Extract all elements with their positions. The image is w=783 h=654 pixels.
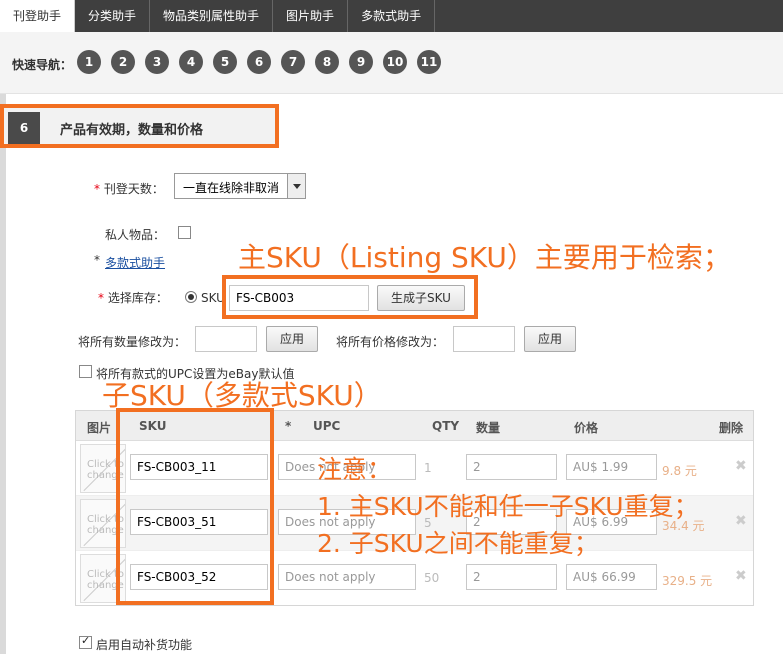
set-all-price-input[interactable] xyxy=(453,326,515,352)
upc-default-checkbox[interactable] xyxy=(79,365,92,378)
child-sku-highlight xyxy=(116,408,274,605)
annotation-note-1: 1. 主SKU不能和任一子SKU重复； xyxy=(317,492,699,521)
annotation-note-2: 2. 子SKU之间不能重复； xyxy=(317,529,599,558)
apply-quantity-button[interactable]: 应用 xyxy=(266,326,318,352)
quantity-input[interactable]: 2 xyxy=(466,454,557,480)
qty-value: 1 xyxy=(424,461,432,475)
header-image: 图片 xyxy=(87,421,112,435)
quick-nav-step-9[interactable]: 9 xyxy=(349,50,373,74)
set-all-quantity-input[interactable] xyxy=(195,326,257,352)
rmb-price: 329.5 元 xyxy=(662,574,713,588)
tab-image-helper[interactable]: 图片助手 xyxy=(273,0,349,32)
duration-label: * 刊登天数： xyxy=(94,182,164,196)
duration-select[interactable]: 一直在线除非取消 xyxy=(174,173,306,199)
annotation-main-sku: 主SKU（Listing SKU）主要用于检索； xyxy=(238,241,731,274)
quick-nav-step-3[interactable]: 3 xyxy=(145,50,169,74)
top-tab-bar: 刊登助手 分类助手 物品类别属性助手 图片助手 多款式助手 xyxy=(0,0,783,32)
header-delete: 删除 xyxy=(719,421,744,435)
tab-listing-helper[interactable]: 刊登助手 xyxy=(0,0,76,32)
auto-restock-label: 启用自动补货功能 xyxy=(96,638,193,652)
header-qty: QTY xyxy=(432,419,460,433)
quick-nav-step-2[interactable]: 2 xyxy=(111,50,135,74)
price-input[interactable]: AU$ 66.99 xyxy=(566,564,657,590)
quick-nav-step-6[interactable]: 6 xyxy=(247,50,271,74)
section-header-highlight: 6 产品有效期，数量和价格 xyxy=(0,104,279,148)
quick-nav-step-10[interactable]: 10 xyxy=(383,50,407,74)
quick-nav-step-7[interactable]: 7 xyxy=(281,50,305,74)
quick-nav-steps: 1 2 3 4 5 6 7 8 9 10 11 xyxy=(77,50,451,74)
duration-value: 一直在线除非取消 xyxy=(183,181,280,195)
inventory-label: * 选择库存： xyxy=(98,291,168,305)
set-all-price-label: 将所有价格修改为： xyxy=(336,335,445,349)
private-item-label: 私人物品： xyxy=(105,228,166,242)
header-upc-required: * xyxy=(285,419,292,433)
auto-restock-checkbox[interactable] xyxy=(79,634,92,649)
generate-child-sku-button[interactable]: 生成子SKU xyxy=(377,285,465,311)
left-edge-bar xyxy=(0,94,6,654)
close-icon[interactable]: ✖ xyxy=(735,458,747,474)
quick-nav-step-5[interactable]: 5 xyxy=(213,50,237,74)
quick-nav-step-11[interactable]: 11 xyxy=(417,50,441,74)
tab-item-specifics-helper[interactable]: 物品类别属性助手 xyxy=(150,0,274,32)
price-input[interactable]: AU$ 1.99 xyxy=(566,454,657,480)
private-item-checkbox[interactable] xyxy=(178,226,191,239)
tab-variation-helper[interactable]: 多款式助手 xyxy=(348,0,436,32)
variation-helper-link[interactable]: 多款式助手 xyxy=(105,254,165,271)
header-upc: UPC xyxy=(313,419,341,433)
close-icon[interactable]: ✖ xyxy=(735,568,747,584)
apply-price-button[interactable]: 应用 xyxy=(524,326,576,352)
section-number: 6 xyxy=(8,112,40,144)
tab-category-helper[interactable]: 分类助手 xyxy=(75,0,151,32)
sku-radio[interactable] xyxy=(185,291,197,303)
quick-nav-step-1[interactable]: 1 xyxy=(77,50,101,74)
header-quantity: 数量 xyxy=(476,421,501,435)
upc-input[interactable]: Does not apply xyxy=(278,564,416,590)
main-sku-input[interactable]: FS-CB003 xyxy=(229,285,369,311)
section-title: 产品有效期，数量和价格 xyxy=(60,123,204,138)
qty-value: 50 xyxy=(424,571,440,585)
annotation-note-title: 注意： xyxy=(317,455,393,484)
quick-nav-step-4[interactable]: 4 xyxy=(179,50,203,74)
close-icon[interactable]: ✖ xyxy=(735,513,747,529)
quantity-input[interactable]: 2 xyxy=(466,564,557,590)
chevron-down-icon xyxy=(287,174,305,198)
quick-nav-bar: 快速导航： 1 2 3 4 5 6 7 8 9 10 11 xyxy=(0,32,783,94)
header-price: 价格 xyxy=(574,421,599,435)
variation-link-required-mark: * xyxy=(94,253,100,267)
set-all-quantity-label: 将所有数量修改为： xyxy=(78,335,187,349)
quick-nav-step-8[interactable]: 8 xyxy=(315,50,339,74)
quick-nav-label: 快速导航： xyxy=(12,58,73,72)
rmb-price: 9.8 元 xyxy=(662,464,697,478)
